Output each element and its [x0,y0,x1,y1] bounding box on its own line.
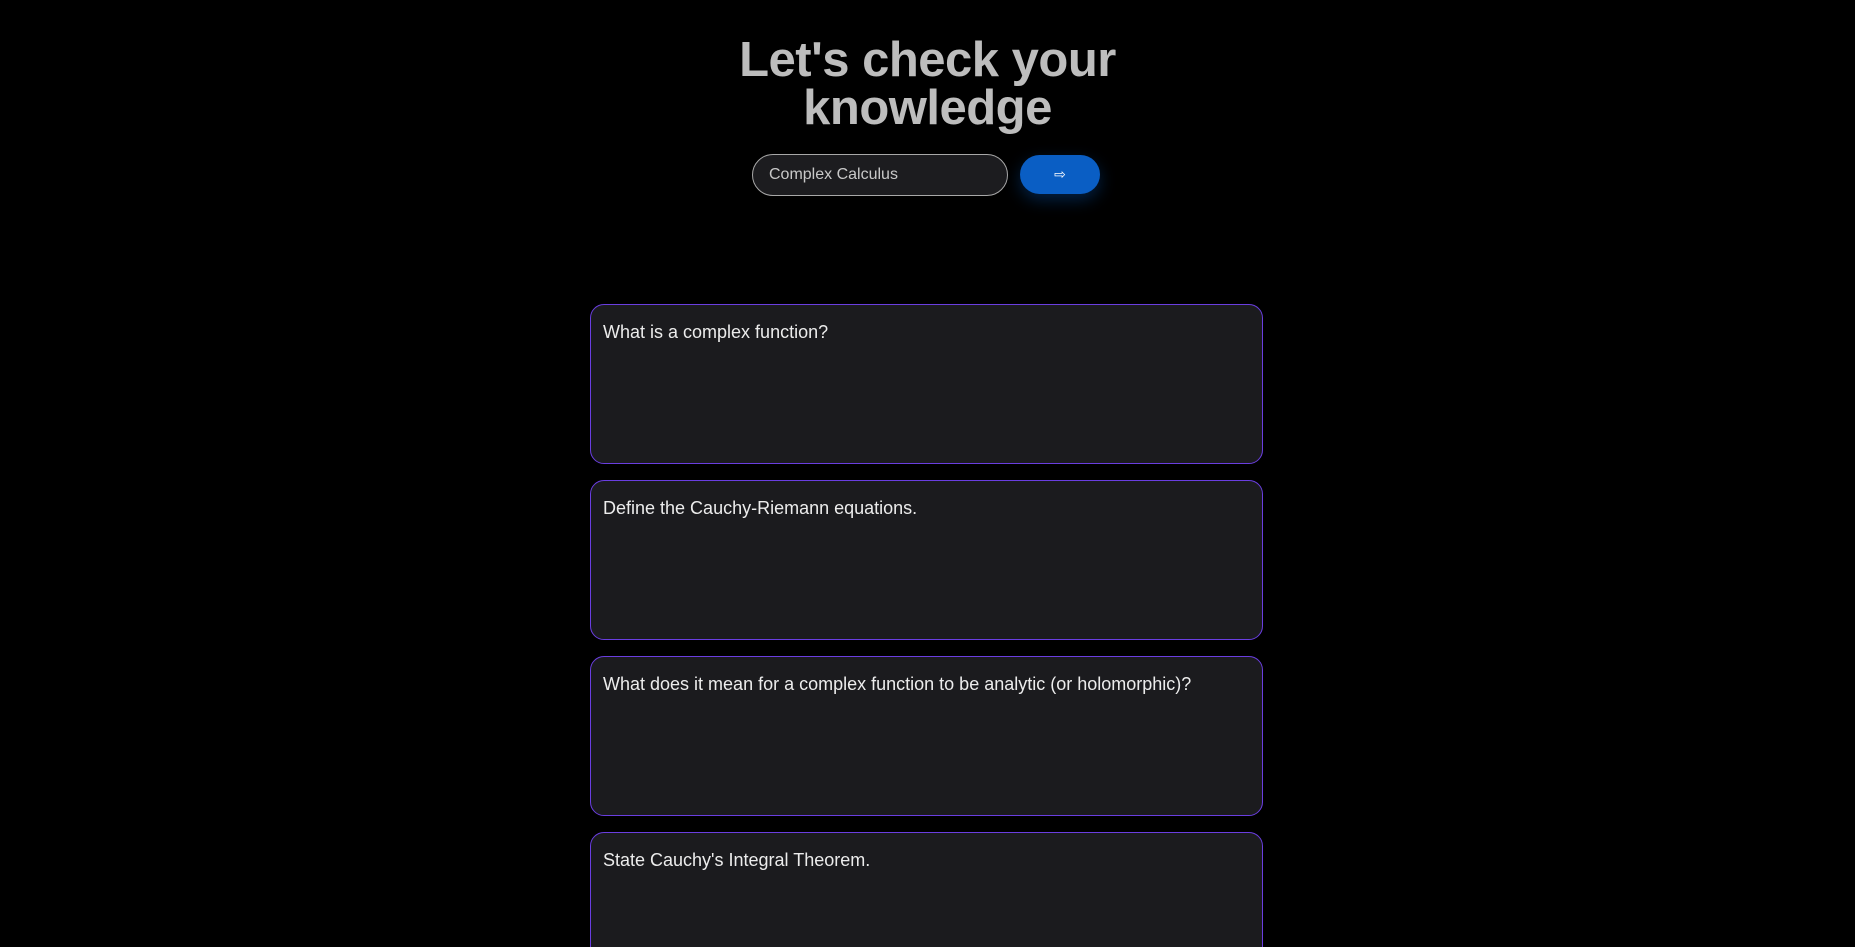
question-card[interactable]: Define the Cauchy-Riemann equations. [590,480,1263,640]
question-text: Define the Cauchy-Riemann equations. [603,498,918,518]
question-card[interactable]: What does it mean for a complex function… [590,656,1263,816]
question-card[interactable]: What is a complex function? [590,304,1263,464]
page-title-line-2: knowledge [803,81,1052,135]
question-text: What is a complex function? [603,322,829,342]
submit-button[interactable]: ⇨ [1020,155,1100,194]
question-text: State Cauchy's Integral Theorem. [603,850,871,870]
question-text: What does it mean for a complex function… [603,674,1192,694]
page-title-line-1: Let's check your [739,33,1116,87]
question-card[interactable]: State Cauchy's Integral Theorem. [590,832,1263,947]
page-title: Let's check your knowledge [0,33,1855,135]
arrow-right-icon: ⇨ [1054,166,1066,183]
topic-input[interactable] [752,154,1008,196]
